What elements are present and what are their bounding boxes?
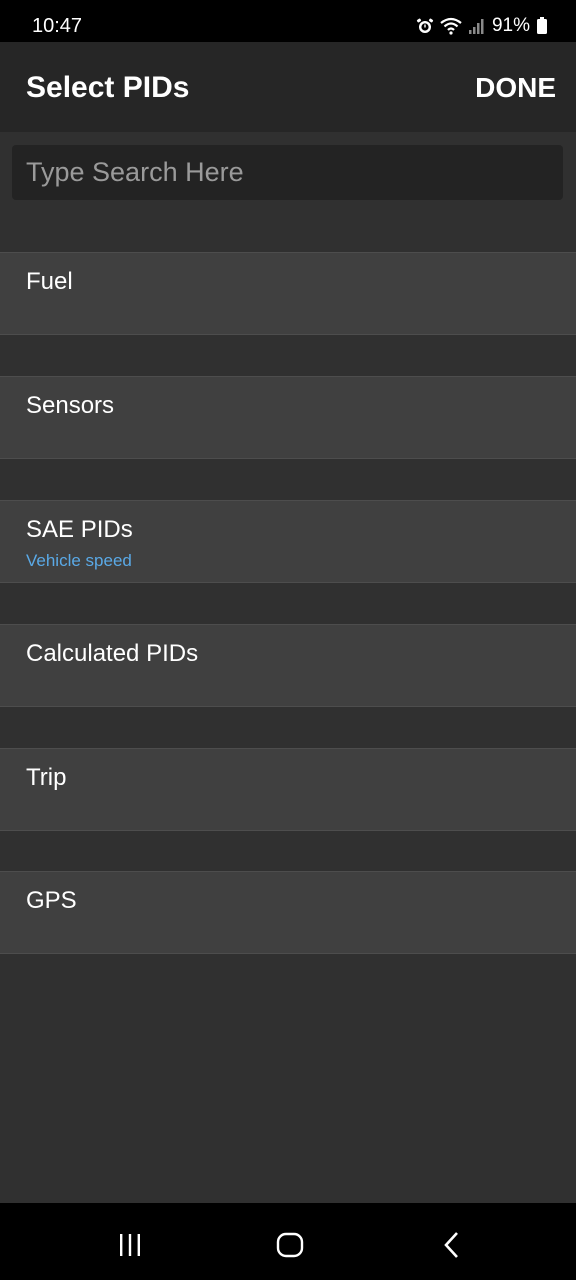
category-label: Fuel <box>26 268 73 295</box>
signal-icon <box>468 17 486 35</box>
battery-icon <box>536 17 548 35</box>
wifi-icon <box>440 17 462 35</box>
category-label: GPS <box>26 887 77 914</box>
page-title: Select PIDs <box>26 71 190 104</box>
status-icons: 91% <box>416 13 548 39</box>
category-row-calculated-pids[interactable]: Calculated PIDs <box>0 624 576 707</box>
recent-apps-icon[interactable] <box>110 1225 150 1265</box>
category-label: Calculated PIDs <box>26 640 199 667</box>
search-input[interactable] <box>12 145 563 200</box>
status-bar: 10:47 91% <box>0 0 576 42</box>
category-label: Sensors <box>26 392 115 419</box>
category-row-sensors[interactable]: Sensors <box>0 376 576 459</box>
app-bar: Select PIDs DONE <box>0 42 576 132</box>
category-label: SAE PIDs <box>26 516 133 543</box>
done-button[interactable]: DONE <box>475 69 556 107</box>
battery-percent: 91% <box>491 15 530 36</box>
status-time: 10:47 <box>32 15 83 37</box>
category-subtitle: Vehicle speed <box>26 551 132 570</box>
category-row-sae-pids[interactable]: SAE PIDs Vehicle speed <box>0 500 576 583</box>
system-nav-bar <box>0 1203 576 1280</box>
category-row-trip[interactable]: Trip <box>0 748 576 831</box>
home-icon[interactable] <box>270 1225 310 1265</box>
category-label: Trip <box>26 764 67 791</box>
category-row-gps[interactable]: GPS <box>0 871 576 954</box>
back-icon[interactable] <box>432 1225 472 1265</box>
alarm-icon <box>416 17 434 35</box>
category-row-fuel[interactable]: Fuel <box>0 252 576 335</box>
